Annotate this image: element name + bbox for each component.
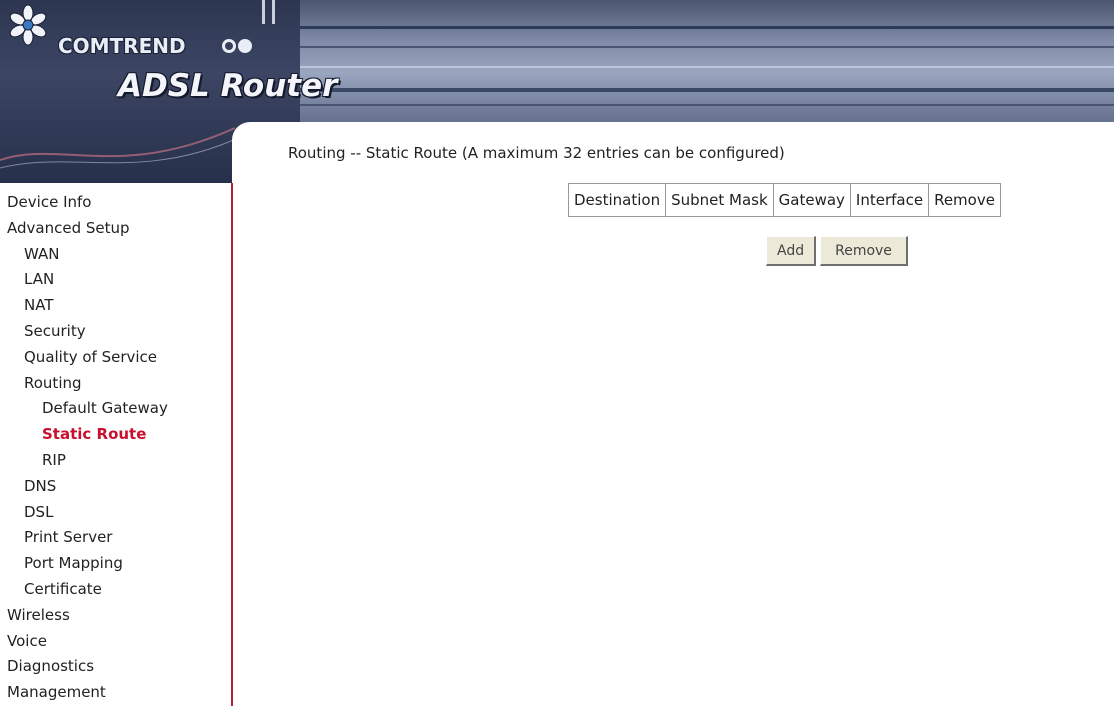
page-title: Routing -- Static Route (A maximum 32 en… bbox=[288, 144, 785, 162]
brand-logo-dots bbox=[222, 38, 254, 57]
sidebar-item-diagnostics[interactable]: Diagnostics bbox=[0, 654, 231, 680]
banner-stripe bbox=[300, 88, 1114, 92]
sidebar-item-dsl[interactable]: DSL bbox=[0, 500, 231, 526]
column-header-gateway: Gateway bbox=[772, 183, 851, 217]
sidebar-item-dns[interactable]: DNS bbox=[0, 474, 231, 500]
column-header-destination: Destination bbox=[567, 183, 667, 217]
banner-stripe bbox=[300, 104, 1114, 106]
sidebar-item-routing[interactable]: Routing bbox=[0, 371, 231, 397]
sidebar-item-quality-of-service[interactable]: Quality of Service bbox=[0, 345, 231, 371]
flower-logo-icon bbox=[9, 4, 47, 46]
product-title: ADSL Router bbox=[118, 68, 338, 104]
sidebar-item-certificate[interactable]: Certificate bbox=[0, 577, 231, 603]
sidebar-item-nat[interactable]: NAT bbox=[0, 293, 231, 319]
table-header-row: Destination Subnet Mask Gateway Interfac… bbox=[567, 183, 1001, 217]
sidebar-item-management[interactable]: Management bbox=[0, 680, 231, 706]
action-buttons: Add Remove bbox=[766, 236, 912, 266]
banner-divider bbox=[272, 0, 275, 24]
sidebar-item-device-info[interactable]: Device Info bbox=[0, 190, 231, 216]
sidebar-item-advanced-setup[interactable]: Advanced Setup bbox=[0, 216, 231, 242]
banner-divider bbox=[262, 0, 265, 24]
sidebar-item-voice[interactable]: Voice bbox=[0, 629, 231, 655]
logo-filled-dot bbox=[238, 39, 252, 53]
sidebar-item-rip[interactable]: RIP bbox=[0, 448, 231, 474]
sidebar-item-port-mapping[interactable]: Port Mapping bbox=[0, 551, 231, 577]
remove-button[interactable]: Remove bbox=[820, 236, 908, 266]
sidebar-item-wan[interactable]: WAN bbox=[0, 242, 231, 268]
add-button[interactable]: Add bbox=[766, 236, 817, 266]
column-header-subnet-mask: Subnet Mask bbox=[665, 183, 774, 217]
banner-stripe bbox=[300, 66, 1114, 68]
brand-logo: COMTREND bbox=[58, 34, 186, 58]
column-header-interface: Interface bbox=[849, 183, 930, 217]
banner-stripe bbox=[300, 46, 1114, 48]
sidebar-item-default-gateway[interactable]: Default Gateway bbox=[0, 396, 231, 422]
static-route-table: Destination Subnet Mask Gateway Interfac… bbox=[567, 183, 1001, 217]
banner-stripe bbox=[300, 26, 1114, 29]
sidebar-item-static-route[interactable]: Static Route bbox=[0, 422, 231, 448]
column-header-remove: Remove bbox=[928, 183, 1001, 217]
sidebar-item-lan[interactable]: LAN bbox=[0, 267, 231, 293]
sidebar: Device Info Advanced Setup WAN LAN NAT S… bbox=[0, 183, 233, 706]
logo-ring-dot bbox=[222, 39, 236, 53]
sidebar-item-wireless[interactable]: Wireless bbox=[0, 603, 231, 629]
sidebar-item-print-server[interactable]: Print Server bbox=[0, 525, 231, 551]
banner-swoosh bbox=[0, 127, 239, 169]
sidebar-menu: Device Info Advanced Setup WAN LAN NAT S… bbox=[0, 183, 231, 706]
sidebar-item-security[interactable]: Security bbox=[0, 319, 231, 345]
